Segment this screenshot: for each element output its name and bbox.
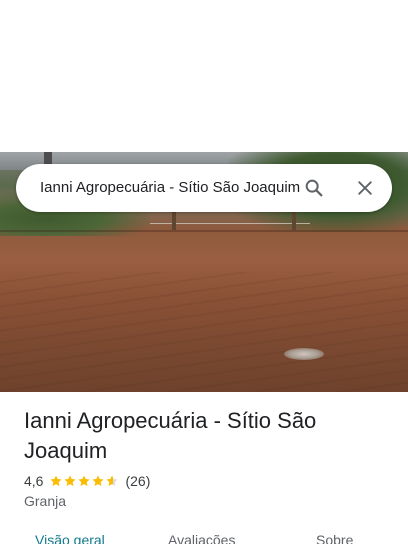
place-tabs: Visão geral Avaliações Sobre	[0, 528, 408, 544]
star-full-icon	[64, 475, 77, 486]
star-full-icon	[92, 475, 105, 486]
photo-dirt-track	[0, 272, 408, 392]
search-input[interactable]: Ianni Agropecuária - Sítio São Joaquim	[40, 164, 304, 212]
map-area-blank	[0, 0, 408, 152]
star-half-icon	[106, 475, 119, 486]
tab-reviews[interactable]: Avaliações	[168, 532, 235, 544]
rating-value: 4,6	[24, 473, 44, 489]
photo-ground-line	[0, 230, 408, 232]
search-button[interactable]	[298, 172, 330, 204]
star-full-icon	[50, 475, 63, 486]
place-title: Ianni Agropecuária - Sítio São Joaquim	[24, 408, 317, 463]
search-bar[interactable]: Ianni Agropecuária - Sítio São Joaquim	[16, 164, 392, 212]
rating-row[interactable]: 4,6 (26)	[24, 472, 150, 490]
place-category[interactable]: Granja	[24, 493, 66, 509]
close-button[interactable]	[349, 172, 381, 204]
tab-about[interactable]: Sobre	[316, 532, 353, 544]
tab-overview[interactable]: Visão geral	[35, 532, 105, 544]
close-icon	[358, 181, 372, 195]
search-icon	[305, 179, 323, 197]
star-full-icon	[78, 475, 91, 486]
review-count[interactable]: (26)	[125, 473, 150, 489]
rating-stars	[49, 474, 119, 488]
photo-puddle	[284, 348, 324, 360]
